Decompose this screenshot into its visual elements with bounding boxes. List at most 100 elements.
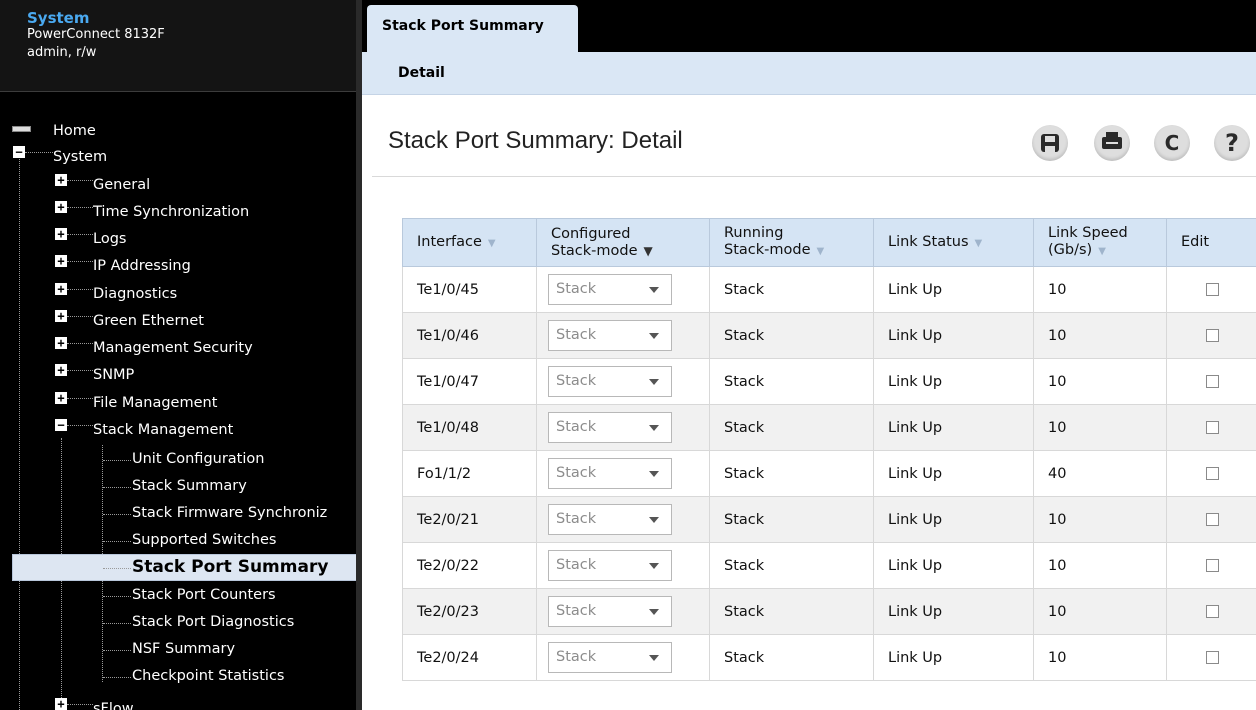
nav-green-ethernet[interactable]: Green Ethernet bbox=[93, 303, 204, 330]
cell-link-speed: 10 bbox=[1033, 358, 1167, 405]
save-icon bbox=[1041, 134, 1059, 152]
nav-checkpoint-statistics[interactable]: Checkpoint Statistics bbox=[132, 658, 284, 685]
collapse-icon[interactable]: − bbox=[13, 146, 25, 158]
stack-mode-select[interactable]: Stack bbox=[548, 596, 672, 627]
chevron-down-icon bbox=[649, 287, 659, 293]
nav-stack-summary[interactable]: Stack Summary bbox=[132, 468, 247, 495]
nav-stack-port-diagnostics[interactable]: Stack Port Diagnostics bbox=[132, 604, 294, 631]
cell-link-status: Link Up bbox=[873, 634, 1034, 681]
nav-unit-configuration[interactable]: Unit Configuration bbox=[132, 441, 264, 468]
col-label: Link Status bbox=[888, 233, 969, 250]
nav-diagnostics[interactable]: Diagnostics bbox=[93, 276, 177, 303]
chevron-down-icon bbox=[649, 517, 659, 523]
cell-interface: Te2/0/24 bbox=[402, 634, 537, 681]
nav-stack-firmware-sync[interactable]: Stack Firmware Synchroniz bbox=[132, 495, 327, 522]
cell-link-status: Link Up bbox=[873, 542, 1034, 589]
edit-checkbox[interactable] bbox=[1205, 375, 1219, 388]
chevron-down-icon bbox=[649, 655, 659, 661]
stack-mode-select[interactable]: Stack bbox=[548, 320, 672, 351]
cell-configured: Stack bbox=[536, 358, 710, 405]
stack-mode-select[interactable]: Stack bbox=[548, 642, 672, 673]
edit-checkbox[interactable] bbox=[1205, 651, 1219, 664]
table-header-row: Interface ▼ Configured Stack-mode ▼ Runnin… bbox=[402, 218, 1256, 267]
stack-mode-select[interactable]: Stack bbox=[548, 550, 672, 581]
cell-link-speed: 10 bbox=[1033, 496, 1167, 543]
cell-edit bbox=[1166, 358, 1256, 405]
edit-checkbox[interactable] bbox=[1205, 283, 1219, 296]
cell-interface: Te2/0/23 bbox=[402, 588, 537, 635]
edit-checkbox[interactable] bbox=[1205, 421, 1219, 434]
chevron-down-icon bbox=[649, 333, 659, 339]
edit-checkbox[interactable] bbox=[1205, 559, 1219, 572]
table-row: Te2/0/23 Stack Stack Link Up 10 bbox=[402, 588, 1256, 635]
refresh-button[interactable]: C bbox=[1154, 125, 1190, 161]
cell-edit bbox=[1166, 496, 1256, 543]
nav-general[interactable]: General bbox=[93, 167, 150, 194]
nav-stack-management[interactable]: Stack Management bbox=[93, 412, 233, 439]
tab-stack-port-summary[interactable]: Stack Port Summary bbox=[367, 5, 578, 54]
select-value: Stack bbox=[556, 373, 597, 389]
title-divider bbox=[372, 176, 1256, 177]
tree-line bbox=[25, 152, 53, 153]
nav-nsf-summary[interactable]: NSF Summary bbox=[132, 631, 235, 658]
stack-mode-select[interactable]: Stack bbox=[548, 412, 672, 443]
stack-mode-select[interactable]: Stack bbox=[548, 504, 672, 535]
edit-checkbox[interactable] bbox=[1205, 329, 1219, 342]
nav-system[interactable]: System bbox=[53, 139, 107, 166]
nav-management-security[interactable]: Management Security bbox=[93, 330, 253, 357]
nav-item-label: Green Ethernet bbox=[93, 312, 204, 329]
stack-mode-select[interactable]: Stack bbox=[548, 366, 672, 397]
expand-icon[interactable]: + bbox=[55, 255, 67, 267]
cell-edit bbox=[1166, 588, 1256, 635]
select-value: Stack bbox=[556, 603, 597, 619]
nav-file-management[interactable]: File Management bbox=[93, 385, 217, 412]
expand-icon[interactable]: + bbox=[55, 364, 67, 376]
nav-stack-port-counters[interactable]: Stack Port Counters bbox=[132, 577, 276, 604]
print-button[interactable] bbox=[1094, 125, 1130, 161]
edit-checkbox[interactable] bbox=[1205, 467, 1219, 480]
expand-icon[interactable]: + bbox=[55, 337, 67, 349]
save-button[interactable] bbox=[1032, 125, 1068, 161]
col-link-status[interactable]: Link Status ▼ bbox=[873, 218, 1034, 267]
select-value: Stack bbox=[556, 281, 597, 297]
stack-mode-select[interactable]: Stack bbox=[548, 458, 672, 489]
nav-item-label: Diagnostics bbox=[93, 285, 178, 302]
expand-icon[interactable]: + bbox=[55, 310, 67, 322]
col-edit[interactable]: Edit bbox=[1166, 218, 1256, 267]
col-link-speed[interactable]: Link Speed (Gb/s) ▼ bbox=[1033, 218, 1167, 267]
nav-logs[interactable]: Logs bbox=[93, 221, 126, 248]
tree-line bbox=[103, 650, 131, 651]
cell-interface: Te1/0/47 bbox=[402, 358, 537, 405]
nav-ip-addressing[interactable]: IP Addressing bbox=[93, 248, 191, 275]
nav-supported-switches[interactable]: Supported Switches bbox=[132, 522, 276, 549]
edit-checkbox[interactable] bbox=[1205, 605, 1219, 618]
expand-icon[interactable]: + bbox=[55, 228, 67, 240]
nav-snmp[interactable]: SNMP bbox=[93, 357, 134, 384]
cell-link-status: Link Up bbox=[873, 450, 1034, 497]
col-interface[interactable]: Interface ▼ bbox=[402, 218, 537, 267]
nav-sflow[interactable]: sFlow bbox=[93, 691, 134, 710]
nav-time-sync[interactable]: Time Synchronization bbox=[93, 194, 249, 221]
col-configured-stack-mode[interactable]: Configured Stack-mode ▼ bbox=[536, 218, 710, 267]
tree-line bbox=[103, 568, 131, 569]
table-row: Te2/0/24 Stack Stack Link Up 10 bbox=[402, 634, 1256, 681]
stack-mode-select[interactable]: Stack bbox=[548, 274, 672, 305]
expand-icon[interactable]: + bbox=[55, 201, 67, 213]
sub-tab-detail[interactable]: Detail bbox=[398, 65, 445, 81]
tree-line bbox=[67, 207, 93, 208]
expand-icon[interactable]: + bbox=[55, 174, 67, 186]
col-label: Link Speed bbox=[1048, 225, 1128, 241]
collapse-icon[interactable]: − bbox=[55, 419, 67, 431]
expand-icon[interactable]: + bbox=[55, 392, 67, 404]
edit-checkbox[interactable] bbox=[1205, 513, 1219, 526]
sort-icon: ▼ bbox=[643, 243, 653, 258]
expand-icon[interactable]: + bbox=[55, 698, 67, 710]
chevron-down-icon bbox=[649, 425, 659, 431]
cell-configured: Stack bbox=[536, 312, 710, 359]
refresh-icon: C bbox=[1164, 131, 1180, 155]
cell-running: Stack bbox=[709, 634, 874, 681]
expand-icon[interactable]: + bbox=[55, 283, 67, 295]
select-value: Stack bbox=[556, 419, 597, 435]
col-running-stack-mode[interactable]: Running Stack-mode ▼ bbox=[709, 218, 874, 267]
help-button[interactable]: ? bbox=[1214, 125, 1250, 161]
